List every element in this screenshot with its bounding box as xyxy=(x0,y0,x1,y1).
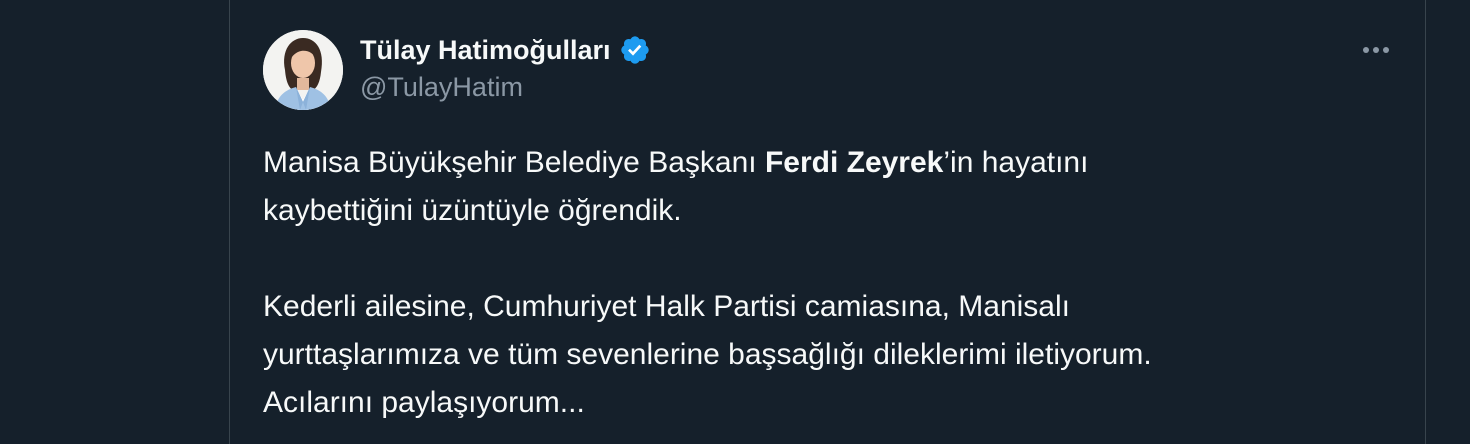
tweet-line-4: yurttaşlarımıza ve tüm sevenlerine başsa… xyxy=(263,338,1152,371)
tweet-line-3: Kederli ailesine, Cumhuriyet Halk Partis… xyxy=(263,290,1070,323)
author-display-name[interactable]: Tülay Hatimoğulları xyxy=(360,35,611,66)
timeline-column: Tülay Hatimoğulları @TulayHatim Manisa B… xyxy=(229,0,1426,444)
page: Tülay Hatimoğulları @TulayHatim Manisa B… xyxy=(0,0,1470,444)
verified-badge-icon xyxy=(620,36,649,64)
tweet-line-5: Acılarını paylaşıyorum... xyxy=(263,386,585,419)
tweet-text-segment: Manisa Büyükşehir Belediye Başkanı xyxy=(263,146,765,179)
tweet-text: Manisa Büyükşehir Belediye Başkanı Ferdi… xyxy=(263,139,1383,427)
author-handle[interactable]: @TulayHatim xyxy=(360,72,523,103)
more-options-icon[interactable] xyxy=(1358,36,1394,64)
profile-photo-icon xyxy=(263,30,343,110)
tweet-line-1: Manisa Büyükşehir Belediye Başkanı Ferdi… xyxy=(263,139,1383,187)
author-name-row[interactable]: Tülay Hatimoğulları xyxy=(360,32,651,68)
tweet-text-segment: ’in hayatını xyxy=(943,146,1089,179)
mentioned-name: Ferdi Zeyrek xyxy=(764,146,944,179)
avatar[interactable] xyxy=(263,30,343,110)
tweet-line-2: kaybettiğini üzüntüyle öğrendik. xyxy=(263,194,682,227)
